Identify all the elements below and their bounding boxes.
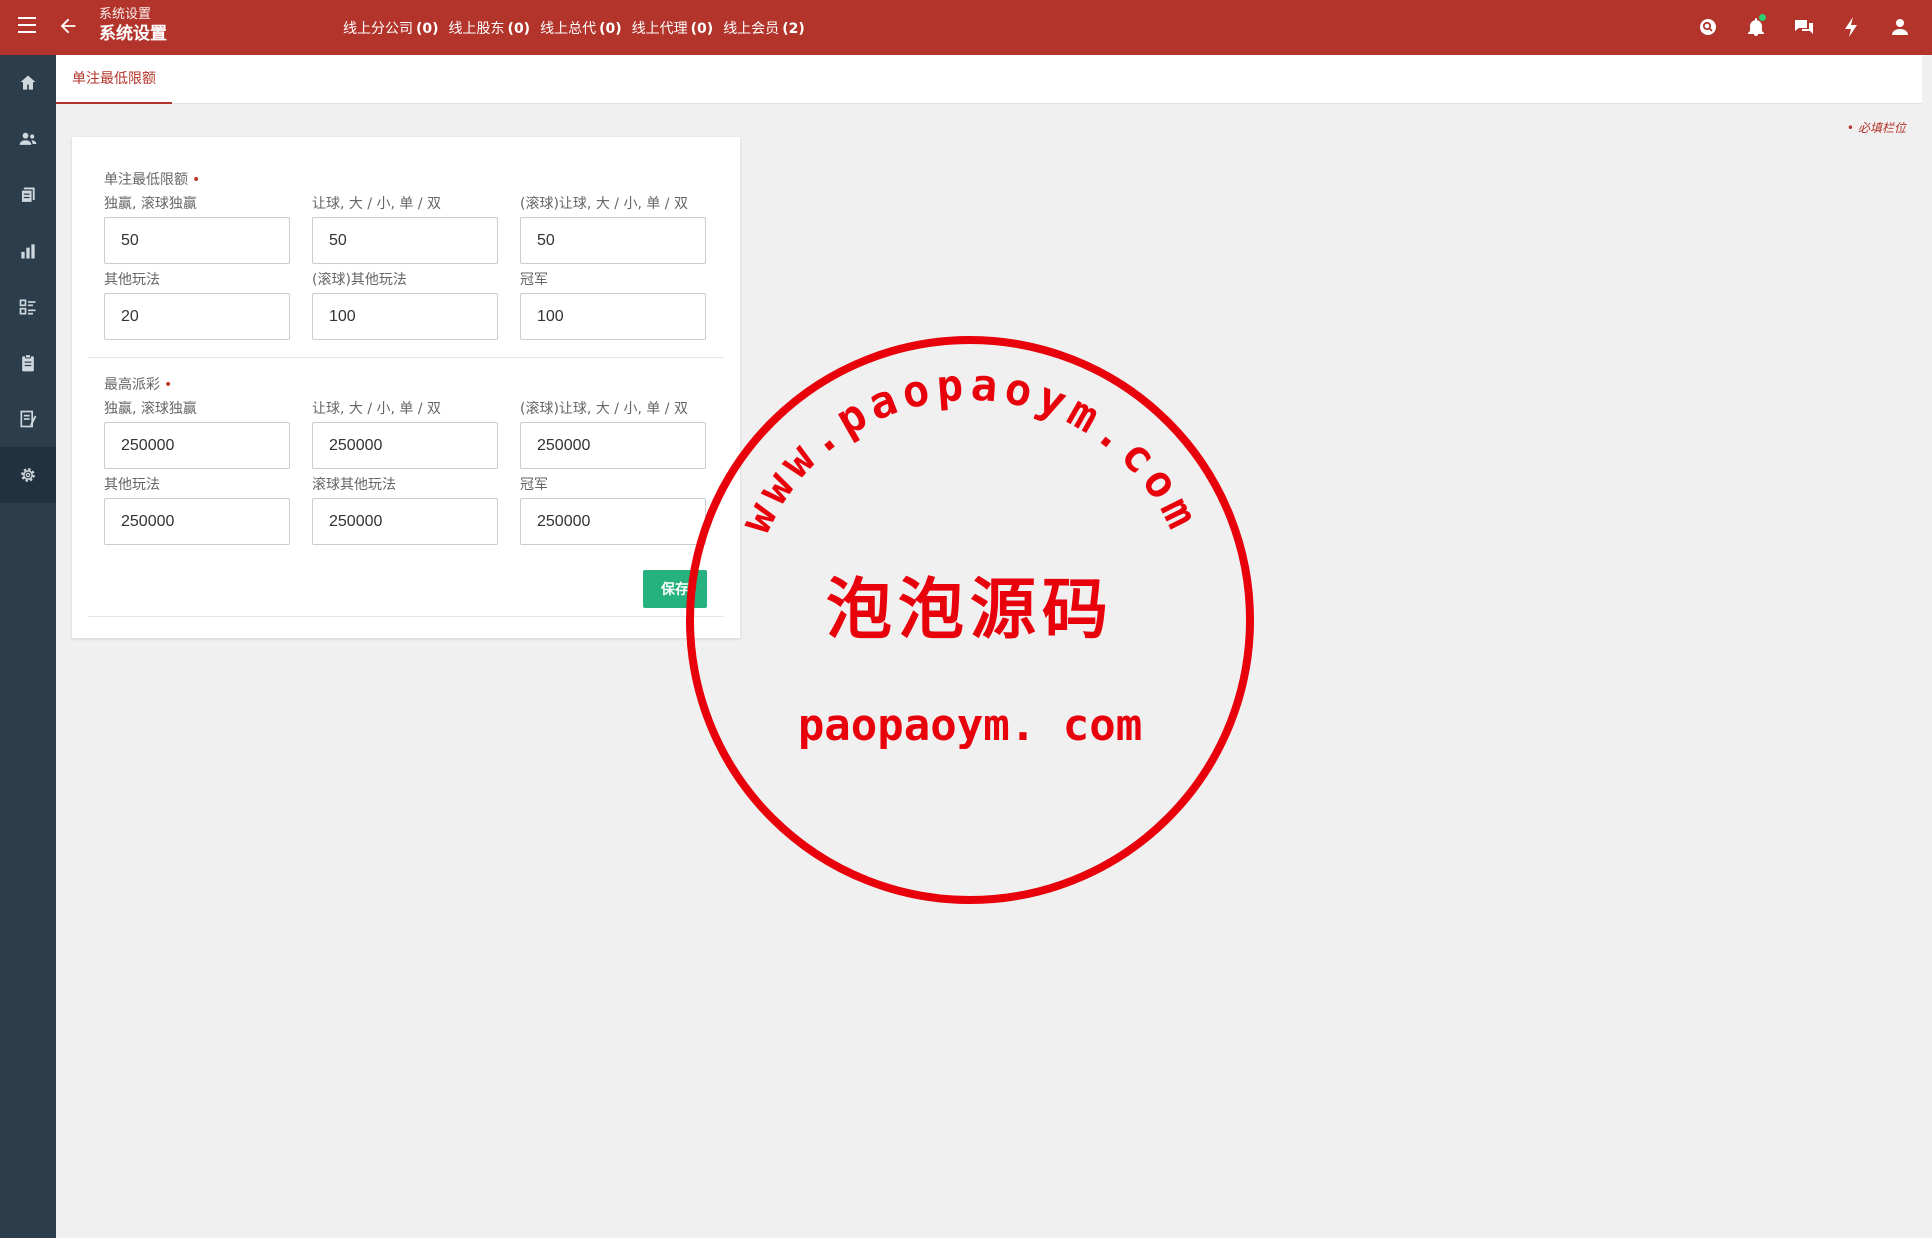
tab-bar: 单注最低限额: [56, 55, 1922, 104]
field-label: (滚球)让球, 大 / 小, 单 / 双: [520, 401, 688, 417]
min-bet-moneyline-input[interactable]: [104, 217, 290, 264]
field-label: 其他玩法: [104, 477, 160, 493]
svg-text:www.paopaoym.com: www.paopaoym.com: [730, 360, 1210, 542]
field-label: 独赢, 滚球独赢: [104, 196, 197, 212]
save-button[interactable]: 保存: [643, 570, 707, 608]
watermark-arc-text: www.paopaoym.com: [730, 360, 1204, 542]
sidebar-item-list[interactable]: [0, 279, 56, 335]
max-payout-live-handicap-input[interactable]: [520, 422, 706, 469]
sidebar: [0, 55, 56, 1238]
field-label: (滚球)其他玩法: [312, 272, 407, 288]
max-payout-champion-input[interactable]: [520, 498, 706, 545]
sidebar-item-report-book[interactable]: [0, 391, 56, 447]
min-bet-live-other-input[interactable]: [312, 293, 498, 340]
field-label: 让球, 大 / 小, 单 / 双: [312, 401, 442, 417]
field-label: 独赢, 滚球独赢: [104, 401, 197, 417]
sidebar-item-settings[interactable]: [0, 447, 56, 503]
chat-icon[interactable]: [1792, 15, 1816, 39]
field-label: 让球, 大 / 小, 单 / 双: [312, 196, 442, 212]
notifications-button[interactable]: [1744, 14, 1768, 39]
watermark-center-text: 泡泡源码: [826, 570, 1114, 648]
required-mark: •: [192, 172, 201, 188]
documents-icon: [20, 187, 35, 204]
online-counts: 线上分公司 (0) 线上股东 (0) 线上总代 (0) 线上代理 (0) 线上会员 (2): [343, 18, 805, 38]
settings-card: 单注最低限额• 独赢, 滚球独赢 让球, 大 / 小, 单 / 双 (滚球)让球…: [72, 137, 740, 638]
count-shareholder[interactable]: 线上股东 (0): [449, 18, 531, 38]
min-bet-other-input[interactable]: [104, 293, 290, 340]
notification-badge: [1759, 14, 1766, 21]
section-divider: [88, 357, 724, 358]
search-icon[interactable]: [1696, 15, 1720, 39]
required-note: • 必填栏位: [1846, 121, 1906, 135]
footer-divider: [88, 616, 724, 617]
users-icon: [19, 132, 37, 145]
max-payout-other-input[interactable]: [104, 498, 290, 545]
min-bet-champion-input[interactable]: [520, 293, 706, 340]
top-icons: [1696, 14, 1912, 39]
title-block: 系统设置 系统设置: [99, 7, 167, 45]
field-label: (滚球)让球, 大 / 小, 单 / 双: [520, 196, 688, 212]
sidebar-item-clipboard[interactable]: [0, 335, 56, 391]
field-label: 其他玩法: [104, 272, 160, 288]
count-agent[interactable]: 线上代理 (0): [632, 18, 714, 38]
gear-icon: [21, 468, 35, 482]
clipboard-icon: [22, 354, 34, 372]
watermark-bottom-text: paopaoym. com: [798, 700, 1142, 751]
lightning-icon[interactable]: [1840, 15, 1864, 39]
section-min-bet: 单注最低限额 •: [104, 172, 201, 188]
count-member[interactable]: 线上会员 (2): [723, 18, 805, 38]
sidebar-item-home[interactable]: [0, 55, 56, 111]
tab-min-bet[interactable]: 单注最低限额: [56, 55, 172, 104]
page-title: 系统设置: [99, 24, 167, 44]
report-icon: [20, 410, 37, 428]
field-label: 滚球其他玩法: [312, 477, 396, 493]
sidebar-item-documents[interactable]: [0, 167, 56, 223]
min-bet-handicap-input[interactable]: [312, 217, 498, 264]
max-payout-handicap-input[interactable]: [312, 422, 498, 469]
back-arrow-icon[interactable]: [57, 15, 79, 37]
required-mark: •: [164, 377, 173, 393]
watermark-stamp: www.paopaoym.com 泡泡源码 paopaoym. com: [686, 336, 1254, 904]
min-bet-live-handicap-input[interactable]: [520, 217, 706, 264]
field-label: 冠军: [520, 272, 548, 288]
top-bar: 系统设置 系统设置 线上分公司 (0) 线上股东 (0) 线上总代 (0) 线上代理(…: [0, 0, 1932, 55]
breadcrumb[interactable]: 系统设置: [99, 7, 167, 23]
max-payout-moneyline-input[interactable]: [104, 422, 290, 469]
menu-icon[interactable]: [18, 17, 36, 33]
field-label: 冠军: [520, 477, 548, 493]
chart-icon: [21, 244, 35, 259]
max-payout-live-other-input[interactable]: [312, 498, 498, 545]
required-note-text: 必填栏位: [1857, 121, 1906, 135]
count-branch[interactable]: 线上分公司 (0): [343, 18, 439, 38]
count-general-agent[interactable]: 线上总代 (0): [540, 18, 622, 38]
section-max-payout: 最高派彩 •: [104, 377, 173, 393]
sidebar-item-reports[interactable]: [0, 223, 56, 279]
user-icon[interactable]: [1888, 15, 1912, 39]
list-icon: [19, 299, 36, 315]
home-icon: [20, 75, 36, 90]
sidebar-item-users[interactable]: [0, 111, 56, 167]
